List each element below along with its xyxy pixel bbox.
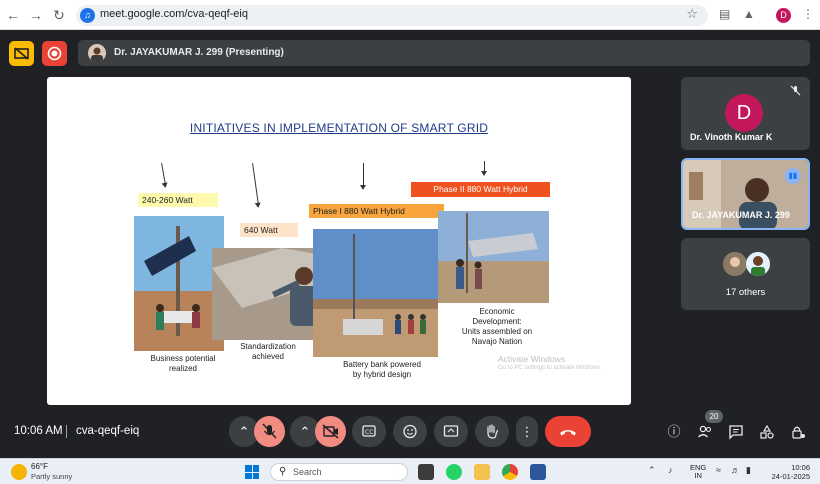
pointer-arrow: [161, 163, 166, 185]
chrome-icon[interactable]: [502, 464, 518, 480]
presenter-name: Dr. JAYAKUMAR J. 299 (Presenting): [114, 47, 284, 58]
wifi-icon[interactable]: ≈: [716, 465, 721, 475]
word-icon[interactable]: [530, 464, 546, 480]
meeting-time: 10:06 AM: [14, 425, 63, 437]
svg-text:CC: CC: [365, 429, 373, 436]
activation-watermark: Activate Windows: [498, 354, 566, 364]
captions-button[interactable]: CC: [352, 416, 386, 447]
pointer-arrow: [481, 161, 487, 176]
participant-name: Dr. JAYAKUMAR J. 299: [692, 210, 790, 220]
captions-icon: CC: [362, 425, 376, 437]
camera-off-icon: [322, 424, 339, 439]
file-explorer-icon[interactable]: [474, 464, 490, 480]
meet-control-bar: 10:06 AM cva-qeqf-eiq ⌃ ⌃ CC ⋮ ⓘ 20: [0, 408, 820, 454]
browser-toolbar: ← → ↻ ♫ meet.google.com/cva-qeqf-eiq ☆ ▤…: [0, 0, 820, 30]
weather-temperature[interactable]: 66°F: [31, 462, 48, 471]
wattage-label: Phase II 880 Watt Hybrid: [411, 182, 550, 197]
participant-avatar: [723, 252, 747, 276]
reactions-button[interactable]: [393, 416, 427, 447]
hang-up-icon: [560, 430, 576, 436]
weather-sun-icon[interactable]: [11, 464, 27, 480]
solar-panel-photo: [134, 216, 224, 351]
more-options-button[interactable]: ⋮: [516, 416, 538, 447]
wattage-label: 640 Watt: [240, 223, 298, 237]
presenter-avatar: [88, 44, 106, 62]
camera-toggle-button[interactable]: [315, 416, 346, 447]
speaking-indicator-icon: ▮▮: [785, 168, 801, 184]
hybrid-site-photo: [313, 229, 438, 357]
meeting-code: cva-qeqf-eiq: [76, 425, 140, 437]
leave-call-button[interactable]: [545, 416, 591, 447]
weather-description[interactable]: Partly sunny: [31, 472, 72, 481]
chevron-up-icon: ⌃: [238, 424, 250, 439]
participant-name: Dr. Vinoth Kumar K: [690, 132, 773, 142]
microphone-icon[interactable]: ♪: [668, 465, 673, 475]
whatsapp-icon[interactable]: [446, 464, 462, 480]
presenter-banner: Dr. JAYAKUMAR J. 299 (Presenting): [78, 40, 810, 66]
divider: [66, 425, 67, 438]
others-tile[interactable]: 17 others: [681, 238, 810, 310]
chat-icon[interactable]: [727, 423, 745, 441]
presentation-toggle-button[interactable]: [9, 41, 34, 66]
activation-watermark-sub: Go to PC settings to activate Windows.: [498, 365, 602, 371]
mic-off-icon: [790, 85, 801, 99]
extensions-icon[interactable]: ▲: [743, 7, 755, 21]
record-icon: [47, 46, 62, 61]
mic-off-icon: [262, 423, 277, 439]
shared-slide: INITIATIVES IN IMPLEMENTATION OF SMART G…: [47, 77, 631, 405]
emoji-icon: [403, 424, 417, 439]
activities-icon[interactable]: [758, 423, 776, 441]
participant-avatar: [746, 252, 770, 276]
photo-caption: Standardization achieved: [240, 342, 296, 361]
volume-icon[interactable]: ♬: [731, 465, 740, 475]
meeting-details-icon[interactable]: ⓘ: [665, 423, 683, 441]
chevron-up-icon: ⌃: [299, 424, 311, 439]
raise-hand-button[interactable]: [475, 416, 509, 447]
photo-caption: Battery bank powered by hybrid design: [343, 360, 421, 379]
back-icon[interactable]: ←: [4, 6, 22, 24]
present-off-icon: [14, 47, 29, 60]
participant-avatar: D: [725, 94, 763, 132]
hand-icon: [487, 424, 499, 439]
search-icon: ⚲: [279, 466, 287, 477]
present-screen-icon: [443, 425, 459, 437]
bookmark-star-icon[interactable]: ☆: [686, 6, 698, 22]
wattage-label: Phase I 880 Watt Hybrid: [309, 204, 444, 218]
recording-button[interactable]: [42, 41, 67, 66]
battery-icon[interactable]: ▮: [746, 465, 751, 476]
site-info-icon[interactable]: ♫: [80, 8, 95, 23]
url-text[interactable]: meet.google.com/cva-qeqf-eiq: [100, 8, 248, 20]
pointer-arrow: [252, 163, 259, 205]
system-clock[interactable]: 10:06 24-01-2025: [768, 463, 810, 481]
forward-icon[interactable]: →: [27, 6, 45, 24]
host-controls-icon[interactable]: [789, 423, 807, 441]
search-placeholder: Search: [293, 467, 322, 477]
others-count: 17 others: [725, 287, 766, 298]
pointer-arrow: [360, 163, 366, 190]
task-view-icon[interactable]: [418, 464, 434, 480]
photo-caption: Economic Development: Units assembled on Na…: [461, 307, 533, 346]
participant-count-badge: 20: [705, 410, 723, 423]
taskbar-search[interactable]: ⚲ Search: [270, 463, 408, 481]
windows-start-icon[interactable]: [245, 465, 259, 479]
media-icon[interactable]: ▤: [719, 7, 730, 21]
wattage-label: 240-260 Watt: [138, 193, 218, 207]
people-icon[interactable]: [696, 423, 714, 441]
input-language[interactable]: ENG IN: [690, 464, 706, 480]
photo-caption: Business potential realized: [150, 354, 216, 373]
slide-title: INITIATIVES IN IMPLEMENTATION OF SMART G…: [189, 121, 489, 135]
address-bar[interactable]: ♫ meet.google.com/cva-qeqf-eiq ☆: [76, 5, 708, 26]
profile-avatar[interactable]: D: [776, 8, 791, 23]
meet-top-bar: Dr. JAYAKUMAR J. 299 (Presenting): [0, 30, 820, 76]
participant-tile-active[interactable]: ▮▮ Dr. JAYAKUMAR J. 299: [681, 158, 810, 230]
menu-kebab-icon[interactable]: ⋮: [802, 7, 814, 21]
mic-toggle-button[interactable]: [254, 416, 285, 447]
tray-overflow-icon[interactable]: ⌃: [648, 465, 656, 476]
windows-taskbar: 66°F Partly sunny ⚲ Search ⌃ ♪ ENG IN ≈ ♬…: [0, 458, 820, 484]
more-vert-icon: ⋮: [520, 424, 534, 439]
assembled-units-photo: [438, 211, 549, 303]
participant-tile[interactable]: D Dr. Vinoth Kumar K: [681, 77, 810, 150]
present-now-button[interactable]: [434, 416, 468, 447]
reload-icon[interactable]: ↻: [50, 6, 68, 24]
